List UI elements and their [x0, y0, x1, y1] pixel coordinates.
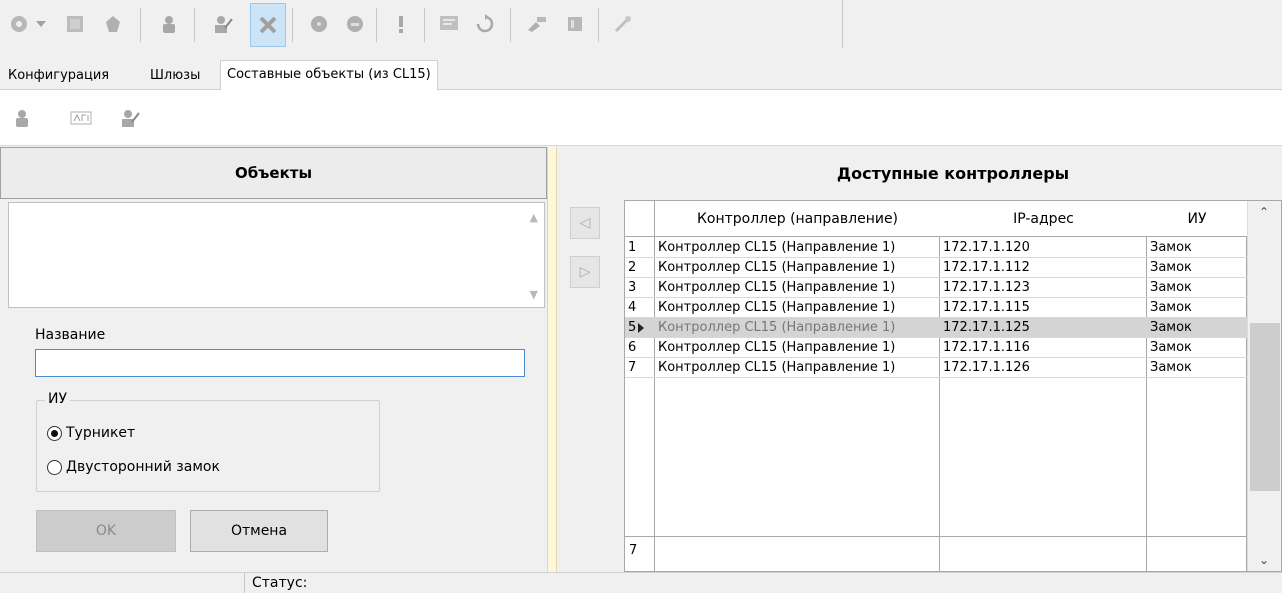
table-row[interactable]: 1 Контроллер CL15 (Направление 1) 172.17.1… — [625, 238, 1247, 258]
person-icon[interactable] — [152, 4, 186, 44]
shape-icon[interactable] — [96, 4, 130, 44]
grid-footer-row: 7 — [625, 536, 1247, 570]
scroll-up-icon[interactable]: ⌃ — [1259, 205, 1269, 219]
current-row-indicator-icon — [638, 323, 644, 333]
cell-iu: Замок — [1147, 318, 1247, 338]
cell-ip: 172.17.1.120 — [940, 238, 1147, 258]
radio-double-lock[interactable]: Двусторонний замок — [47, 459, 220, 475]
arrow-right-icon: ▷ — [579, 264, 591, 280]
cell-ip: 172.17.1.123 — [940, 278, 1147, 298]
name-input[interactable] — [35, 349, 525, 377]
row-number: 1 — [625, 238, 655, 258]
image-icon[interactable] — [58, 4, 92, 44]
table-row[interactable]: 6 Контроллер CL15 (Направление 1) 172.17.1… — [625, 338, 1247, 358]
edit-person-icon[interactable] — [120, 108, 140, 128]
cell-ip: 172.17.1.112 — [940, 258, 1147, 278]
cell-iu: Замок — [1147, 338, 1247, 358]
delete-icon[interactable] — [250, 3, 286, 47]
circle-alt-icon[interactable] — [338, 4, 372, 44]
move-left-button[interactable]: ◁ — [570, 207, 600, 239]
refresh-icon[interactable] — [468, 4, 502, 44]
arrow-left-icon: ◁ — [579, 215, 591, 231]
tab-composite-objects[interactable]: Составные объекты (из CL15) — [220, 60, 438, 91]
dropdown-arrow-icon[interactable] — [30, 4, 52, 44]
row-number: 7 — [625, 358, 655, 378]
cell-iu: Замок — [1147, 358, 1247, 378]
scroll-down-icon[interactable]: ▼ — [530, 288, 538, 301]
radio-turnstile-label: Турникет — [66, 425, 136, 441]
row-number: 6 — [625, 338, 655, 358]
cell-controller: Контроллер CL15 (Направление 1) — [655, 278, 940, 298]
row-number: 3 — [625, 278, 655, 298]
radio-unchecked-icon[interactable] — [47, 459, 62, 475]
cell-ip: 172.17.1.116 — [940, 338, 1147, 358]
objects-list[interactable]: ▲ ▼ — [8, 202, 545, 308]
radio-checked-icon[interactable] — [47, 425, 62, 441]
footer-row-count: 7 — [629, 543, 638, 558]
panel-icon[interactable] — [558, 4, 592, 44]
cancel-button[interactable]: Отмена — [190, 510, 328, 552]
transfer-buttons: ◁ ▷ — [558, 147, 624, 572]
cell-ip: 172.17.1.126 — [940, 358, 1147, 378]
column-header-iu[interactable]: ИУ — [1147, 201, 1247, 237]
main-toolbar — [0, 0, 1282, 58]
grid-scrollbar[interactable]: ⌃ ⌄ — [1247, 201, 1281, 571]
add-person-icon[interactable] — [12, 108, 32, 128]
move-right-button[interactable]: ▷ — [570, 256, 600, 288]
cell-controller: Контроллер CL15 (Направление 1) — [655, 258, 940, 278]
table-row[interactable]: 4 Контроллер CL15 (Направление 1) 172.17.1… — [625, 298, 1247, 318]
iu-group-label: ИУ — [45, 391, 71, 407]
table-row[interactable]: 2 Контроллер CL15 (Направление 1) 172.17.1… — [625, 258, 1247, 278]
controllers-header: Доступные контроллеры — [624, 147, 1282, 199]
iu-group: ИУ Турникет Двусторонний замок — [36, 391, 380, 492]
cell-ip: 172.17.1.125 — [940, 318, 1147, 338]
cell-iu: Замок — [1147, 238, 1247, 258]
radio-double-lock-label: Двусторонний замок — [66, 459, 220, 475]
row-number: 4 — [625, 298, 655, 318]
tab-bar: Конфигурация Шлюзы Составные объекты (из… — [0, 58, 1282, 91]
radio-turnstile[interactable]: Турникет — [47, 425, 135, 441]
objects-panel: Объекты ▲ ▼ Название ИУ Турникет Двустор… — [0, 147, 547, 572]
status-label: Статус: — [252, 575, 308, 591]
edit-person-icon[interactable] — [206, 4, 240, 44]
cell-controller: Контроллер CL15 (Направление 1) — [655, 298, 940, 318]
scroll-down-icon[interactable]: ⌄ — [1259, 553, 1269, 567]
controllers-panel: Доступные контроллеры Контроллер (направ… — [624, 147, 1282, 572]
splitter[interactable] — [547, 147, 557, 572]
cell-iu: Замок — [1147, 278, 1247, 298]
table-row[interactable]: 7 Контроллер CL15 (Направление 1) 172.17.1… — [625, 358, 1247, 378]
scrollbar-thumb[interactable] — [1250, 323, 1280, 491]
brush-icon[interactable] — [520, 4, 554, 44]
table-row[interactable]: 3 Контроллер CL15 (Направление 1) 172.17.1… — [625, 278, 1247, 298]
cell-iu: Замок — [1147, 258, 1247, 278]
link-icon[interactable] — [606, 4, 640, 44]
row-number: 2 — [625, 258, 655, 278]
ok-button[interactable]: OK — [36, 510, 176, 552]
tab-configuration[interactable]: Конфигурация — [2, 64, 115, 90]
rename-icon[interactable] — [70, 108, 92, 128]
name-label: Название — [35, 327, 106, 343]
tab-gateways[interactable]: Шлюзы — [144, 64, 206, 90]
table-row[interactable]: 5 Контроллер CL15 (Направление 1) 172.17.1… — [625, 318, 1247, 338]
status-bar: Статус: — [0, 572, 1282, 593]
cell-controller: Контроллер CL15 (Направление 1) — [655, 358, 940, 378]
objects-header: Объекты — [0, 147, 547, 199]
cell-controller: Контроллер CL15 (Направление 1) — [655, 318, 940, 338]
cell-controller: Контроллер CL15 (Направление 1) — [655, 338, 940, 358]
scroll-up-icon[interactable]: ▲ — [530, 211, 538, 224]
sub-toolbar — [0, 90, 1282, 146]
controllers-grid[interactable]: Контроллер (направление) IP-адрес ИУ 1 Ко… — [624, 200, 1282, 572]
column-header-ip[interactable]: IP-адрес — [940, 201, 1147, 237]
circle-icon[interactable] — [302, 4, 336, 44]
cell-controller: Контроллер CL15 (Направление 1) — [655, 238, 940, 258]
map-icon[interactable] — [432, 4, 466, 44]
cell-iu: Замок — [1147, 298, 1247, 318]
cell-ip: 172.17.1.115 — [940, 298, 1147, 318]
exclamation-icon[interactable] — [384, 4, 418, 44]
column-header-controller[interactable]: Контроллер (направление) — [655, 201, 940, 237]
